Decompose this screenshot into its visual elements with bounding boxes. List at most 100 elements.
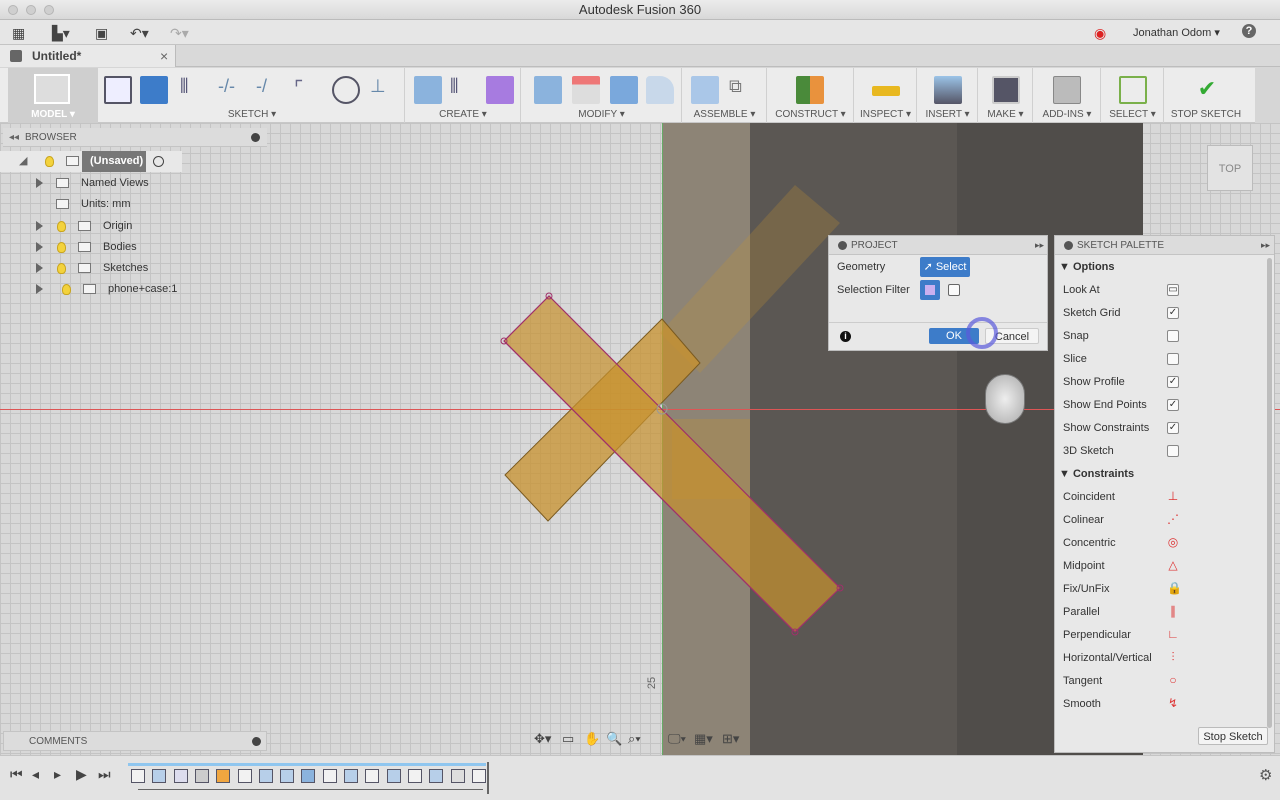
- expand-icon[interactable]: [36, 221, 43, 231]
- modify-menu[interactable]: MODIFY ▾: [522, 109, 681, 120]
- timeline-sketch-icon[interactable]: [131, 769, 145, 783]
- info-icon[interactable]: i: [840, 331, 851, 342]
- combine-icon[interactable]: [610, 76, 638, 104]
- pin-icon[interactable]: [251, 133, 260, 142]
- user-menu[interactable]: Jonathan Odom ▾: [1133, 26, 1220, 39]
- timeline-sketch-icon[interactable]: [365, 769, 380, 783]
- insert-menu[interactable]: INSERT ▾: [918, 109, 977, 120]
- new-component-icon[interactable]: [691, 76, 719, 104]
- expand-icon[interactable]: [36, 178, 43, 188]
- assemble-menu[interactable]: ASSEMBLE ▾: [683, 109, 766, 120]
- options-section-header[interactable]: ▼ Options: [1055, 256, 1267, 279]
- project-header[interactable]: PROJECT ▸▸: [829, 236, 1047, 255]
- palette-scrollbar[interactable]: [1267, 258, 1272, 728]
- timeline-sketch-icon[interactable]: [407, 769, 422, 783]
- fillet-icon[interactable]: [646, 76, 674, 104]
- constraint-icon[interactable]: △: [1167, 559, 1179, 572]
- sketch-menu[interactable]: SKETCH ▾: [100, 109, 404, 120]
- extrude-icon[interactable]: [414, 76, 442, 104]
- collapse-icon[interactable]: [1064, 241, 1073, 250]
- constraint-icon[interactable]: ○: [1167, 674, 1179, 687]
- close-window-button[interactable]: [8, 5, 18, 15]
- insert-image-icon[interactable]: [934, 76, 962, 104]
- expand-icon[interactable]: [36, 263, 43, 273]
- stop-sketch-button[interactable]: Stop Sketch: [1198, 727, 1268, 745]
- display-settings-icon[interactable]: 🖵▾: [668, 731, 686, 747]
- offset-icon[interactable]: ⊥: [370, 76, 398, 104]
- timeline-combine-icon[interactable]: [301, 769, 316, 783]
- circle-icon[interactable]: [332, 76, 360, 104]
- workspace-switcher[interactable]: MODEL ▾: [8, 68, 98, 123]
- joint-icon[interactable]: ⧉: [729, 76, 757, 104]
- zoom-icon[interactable]: 🔍: [606, 731, 622, 747]
- constraint-row[interactable]: Coincident ⊥: [1055, 486, 1267, 509]
- constraint-icon[interactable]: ⋰: [1167, 513, 1179, 526]
- stop-sketch-icon[interactable]: ✔: [1193, 76, 1221, 104]
- constraint-row[interactable]: Smooth ↯: [1055, 693, 1267, 716]
- option-row[interactable]: Snap: [1055, 325, 1267, 348]
- constraint-row[interactable]: Midpoint △: [1055, 555, 1267, 578]
- construct-menu[interactable]: CONSTRUCT ▾: [768, 109, 853, 120]
- constraint-row[interactable]: Concentric ◎: [1055, 532, 1267, 555]
- select-menu[interactable]: SELECT ▾: [1102, 109, 1163, 120]
- inspect-menu[interactable]: INSPECT ▾: [855, 109, 916, 120]
- viewports-icon[interactable]: ⊞▾: [722, 731, 739, 747]
- timeline-sketch-icon[interactable]: [322, 769, 337, 783]
- constraint-row[interactable]: Colinear ⋰: [1055, 509, 1267, 532]
- visibility-bulb-icon[interactable]: [45, 156, 54, 167]
- expanded-icon[interactable]: ◢: [19, 151, 27, 172]
- timeline-extrude-icon[interactable]: [386, 769, 401, 783]
- record-icon[interactable]: ◉: [1094, 25, 1106, 42]
- timeline-extrude-icon[interactable]: [280, 769, 295, 783]
- add-ins-menu[interactable]: ADD-INS ▾: [1034, 109, 1100, 120]
- stop-sketch-group[interactable]: ✔ STOP SKETCH: [1165, 68, 1247, 123]
- constraint-row[interactable]: Fix/UnFix 🔒: [1055, 578, 1267, 601]
- timeline-extrude-icon[interactable]: [152, 769, 167, 783]
- look-at-icon[interactable]: ▭: [1167, 284, 1179, 296]
- constraint-icon[interactable]: ⊥: [1167, 490, 1179, 503]
- save-icon[interactable]: ▣: [95, 25, 108, 42]
- 3d-print-icon[interactable]: [992, 76, 1020, 104]
- redo-icon[interactable]: ↷▾: [170, 25, 189, 42]
- orbit-icon[interactable]: ✥▾: [534, 731, 551, 747]
- browser-root[interactable]: ◢ (Unsaved): [0, 151, 182, 172]
- form-icon[interactable]: [486, 76, 514, 104]
- activate-radio[interactable]: [153, 156, 164, 167]
- create-menu[interactable]: CREATE ▾: [406, 109, 520, 120]
- go-to-start-icon[interactable]: ⏮: [10, 766, 23, 783]
- checkbox[interactable]: ✓: [1167, 399, 1179, 411]
- timeline-appearance-icon[interactable]: [216, 769, 231, 783]
- checkbox[interactable]: [1167, 353, 1179, 365]
- option-row[interactable]: 3D Sketch: [1055, 440, 1267, 463]
- browser-item-phone-case[interactable]: phone+case:1: [0, 279, 182, 300]
- select-icon[interactable]: [1119, 76, 1147, 104]
- step-back-icon[interactable]: ◂: [32, 766, 39, 783]
- expand-icon[interactable]: [36, 242, 43, 252]
- timeline-sketch-icon[interactable]: [237, 769, 252, 783]
- file-menu-button[interactable]: ▙▾: [52, 25, 70, 42]
- timeline-extrude-icon[interactable]: [258, 769, 273, 783]
- play-icon[interactable]: ▶: [76, 766, 87, 783]
- undo-icon[interactable]: ↶▾: [130, 25, 149, 42]
- browser-item-sketches[interactable]: Sketches: [0, 258, 150, 279]
- checkbox[interactable]: ✓: [1167, 376, 1179, 388]
- option-row[interactable]: Show Profile ✓: [1055, 371, 1267, 394]
- go-to-end-icon[interactable]: ⏭: [98, 766, 111, 783]
- create-sketch-icon[interactable]: [104, 76, 132, 104]
- timeline-joint-icon[interactable]: [194, 769, 209, 783]
- construction-line-icon[interactable]: -/: [256, 76, 284, 104]
- option-row[interactable]: Show End Points ✓: [1055, 394, 1267, 417]
- timeline-marker[interactable]: [487, 762, 489, 794]
- app-grid-icon[interactable]: ▦: [12, 25, 25, 42]
- constraint-icon[interactable]: ∥: [1167, 605, 1179, 618]
- look-at-icon[interactable]: ▭: [562, 731, 574, 747]
- mirror-icon[interactable]: ⫴: [450, 76, 478, 104]
- grid-settings-icon[interactable]: ▦▾: [694, 731, 713, 747]
- visibility-bulb-icon[interactable]: [57, 221, 66, 232]
- plane-icon[interactable]: [796, 76, 824, 104]
- line-icon[interactable]: -/-: [218, 76, 246, 104]
- split-icon[interactable]: [572, 76, 600, 104]
- minimize-window-button[interactable]: [26, 5, 36, 15]
- visibility-bulb-icon[interactable]: [62, 284, 71, 295]
- browser-item-bodies[interactable]: Bodies: [0, 237, 150, 258]
